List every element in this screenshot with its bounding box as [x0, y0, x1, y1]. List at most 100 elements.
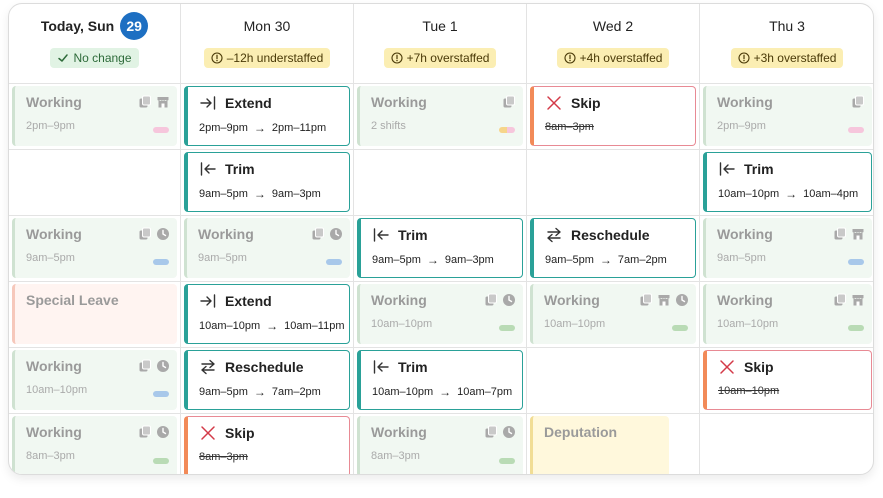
action-card[interactable]: Reschedule 9am–5pm → 7am–2pm [530, 218, 696, 278]
shift-card[interactable]: Working 8am–3pm [357, 416, 523, 474]
arrow-right-icon: → [253, 385, 266, 399]
leave-card[interactable]: Deputation [530, 416, 669, 474]
skip-card[interactable]: Skip 8am–3pm [530, 86, 696, 146]
schedule-cell[interactable]: Trim 9am–5pm → 9am–3pm [181, 150, 354, 216]
staffing-status-badge: No change [50, 48, 139, 68]
clock-icon [156, 227, 170, 241]
shift-time: 9am–5pm [198, 252, 340, 264]
status-text: +4h overstaffed [579, 51, 663, 65]
schedule-cell[interactable]: Extend 2pm–9pm → 2pm–11pm [181, 84, 354, 150]
schedule-cell[interactable]: Skip 8am–3pm [527, 84, 700, 150]
skip-card[interactable]: Skip 10am–10pm [703, 350, 872, 410]
shift-card[interactable]: Working 2 shifts [357, 86, 523, 146]
shift-card[interactable]: Working 9am–5pm [703, 218, 872, 278]
schedule-cell[interactable]: Reschedule 9am–5pm → 7am–2pm [527, 216, 700, 282]
copy-icon [639, 293, 653, 307]
shift-icons [138, 359, 170, 373]
schedule-cell[interactable]: Special Leave [9, 282, 181, 348]
schedule-cell[interactable]: Working 8am–3pm [354, 414, 527, 474]
shift-card[interactable]: Working 10am–10pm [357, 284, 523, 344]
copy-icon [833, 293, 847, 307]
schedule-cell[interactable]: Reschedule 9am–5pm → 7am–2pm [181, 348, 354, 414]
action-card[interactable]: Trim 9am–5pm → 9am–3pm [357, 218, 523, 278]
schedule-cell[interactable]: Working 10am–10pm [700, 282, 873, 348]
shift-card[interactable]: Working 9am–5pm [184, 218, 350, 278]
copy-icon [484, 425, 498, 439]
schedule-cell[interactable]: Deputation [527, 414, 700, 474]
card-title-text: Working [371, 94, 427, 110]
schedule-cell[interactable]: Trim 10am–10pm → 10am–7pm [354, 348, 527, 414]
copy-icon [833, 227, 847, 241]
to-time: 2pm–11pm [271, 122, 327, 134]
action-card[interactable]: Extend 2pm–9pm → 2pm–11pm [184, 86, 350, 146]
shift-time: 2 shifts [371, 120, 513, 132]
arrow-right-icon: → [426, 253, 439, 267]
status-text: No change [73, 51, 132, 65]
day-label: Today, Sun [40, 18, 115, 34]
schedule-cell[interactable]: Working 10am–10pm [9, 348, 181, 414]
shift-card[interactable]: Working 10am–10pm [703, 284, 872, 344]
schedule-cell[interactable]: Working 9am–5pm [700, 216, 873, 282]
arrow-right-icon: → [439, 385, 452, 399]
day-header[interactable]: Mon 30 –12h understaffed [181, 4, 354, 84]
shift-tag [153, 458, 169, 464]
action-card[interactable]: Reschedule 9am–5pm → 7am–2pm [184, 350, 350, 410]
schedule-cell[interactable]: Skip 10am–10pm [700, 348, 873, 414]
action-card[interactable]: Trim 9am–5pm → 9am–3pm [184, 152, 350, 212]
schedule-cell[interactable]: Working 2pm–9pm [700, 84, 873, 150]
shift-card[interactable]: Working 8am–3pm [12, 416, 177, 474]
shift-time-text: 10am–10pm [717, 318, 779, 330]
schedule-cell[interactable]: Skip 8am–3pm [181, 414, 354, 474]
day-header[interactable]: Thu 3 +3h overstaffed [700, 4, 873, 84]
shift-time-text: 8am–3pm [371, 450, 420, 462]
to-time: 10am–7pm [457, 386, 513, 398]
from-time: 9am–5pm [199, 386, 248, 398]
action-card[interactable]: Trim 10am–10pm → 10am–7pm [357, 350, 523, 410]
schedule-cell[interactable]: Trim 9am–5pm → 9am–3pm [354, 216, 527, 282]
schedule-cell[interactable]: Working 9am–5pm [9, 216, 181, 282]
schedule-cell[interactable]: Working 9am–5pm [181, 216, 354, 282]
card-title-text: Trim [398, 359, 428, 375]
schedule-cell[interactable]: Extend 10am–10pm → 10am–11pm [181, 282, 354, 348]
skip-card[interactable]: Skip 8am–3pm [184, 416, 350, 474]
shift-time: 9am–5pm [717, 252, 862, 264]
shift-time: 10am–10pm [26, 384, 167, 396]
shift-card[interactable]: Working 2pm–9pm [12, 86, 177, 146]
shift-card[interactable]: Working 10am–10pm [12, 350, 177, 410]
card-title-text: Deputation [544, 424, 618, 440]
day-header[interactable]: Wed 2 +4h overstaffed [527, 4, 700, 84]
schedule-cell[interactable]: Trim 10am–10pm → 10am–4pm [700, 150, 873, 216]
store-icon [657, 293, 671, 307]
to-time: 9am–3pm [444, 254, 494, 266]
schedule-cell[interactable]: Working 2pm–9pm [9, 84, 181, 150]
shift-icons [851, 95, 865, 109]
card-title-text: Working [544, 292, 600, 308]
schedule-cell[interactable]: Working 2 shifts [354, 84, 527, 150]
shift-card[interactable]: Working 10am–10pm [530, 284, 696, 344]
clock-icon [502, 293, 516, 307]
from-time: 2pm–9pm [199, 122, 248, 134]
schedule-cell[interactable]: Working 10am–10pm [527, 282, 700, 348]
schedule-cell[interactable]: Working 10am–10pm [354, 282, 527, 348]
day-header[interactable]: Tue 1 +7h overstaffed [354, 4, 527, 84]
shift-card[interactable]: Working 9am–5pm [12, 218, 177, 278]
day-header[interactable]: Today, Sun 29 No change [9, 4, 181, 84]
card-title: Extend [199, 292, 339, 310]
arrow-right-icon: → [253, 187, 266, 201]
action-card[interactable]: Trim 10am–10pm → 10am–4pm [703, 152, 872, 212]
leave-card[interactable]: Special Leave [12, 284, 177, 344]
close-icon [718, 358, 736, 376]
clock-icon [329, 227, 343, 241]
arrow-right-icon: → [253, 121, 266, 135]
shift-time: 10am–10pm [544, 318, 686, 330]
shift-time-text: 9am–5pm [26, 252, 75, 264]
shift-time-text: 10am–10pm [371, 318, 433, 330]
shift-card[interactable]: Working 2pm–9pm [703, 86, 872, 146]
action-card[interactable]: Extend 10am–10pm → 10am–11pm [184, 284, 350, 344]
skipped-shift: 10am–10pm [718, 385, 861, 397]
schedule-cell[interactable]: Working 8am–3pm [9, 414, 181, 474]
arrow-right-icon: → [266, 319, 279, 333]
card-title-text: Working [26, 358, 82, 374]
card-title: Reschedule [545, 226, 685, 244]
store-icon [851, 293, 865, 307]
